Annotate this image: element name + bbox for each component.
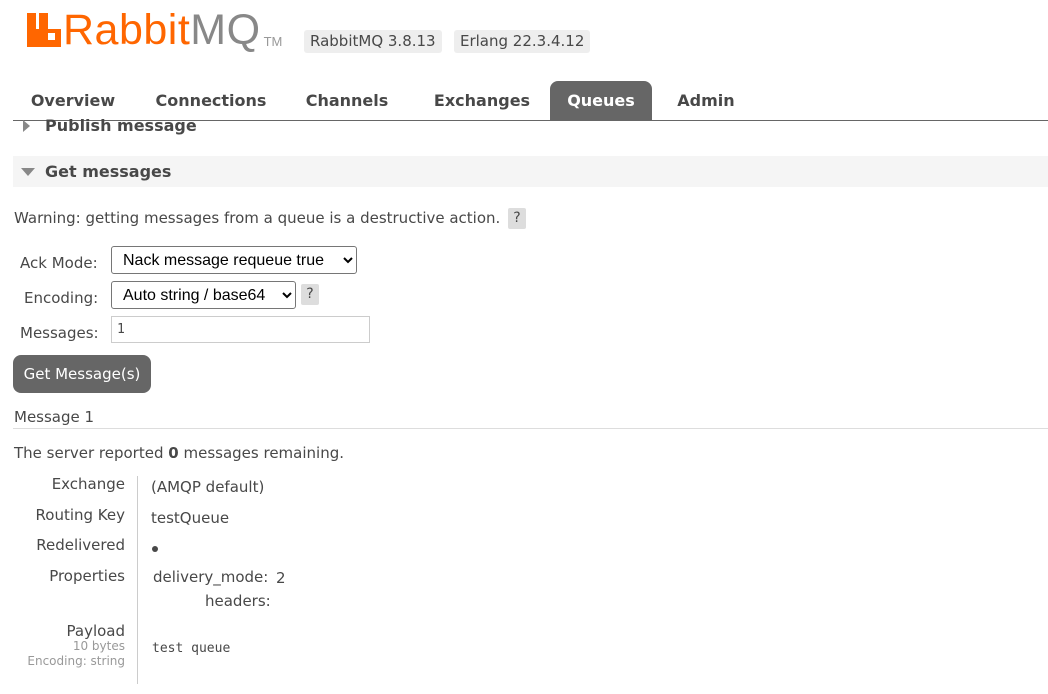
warning-help-button[interactable]: ? — [508, 208, 526, 229]
remaining-count: 0 — [168, 444, 179, 462]
get-messages-button[interactable]: Get Message(s) — [13, 355, 151, 393]
ack-mode-label: Ack Mode: — [20, 254, 98, 272]
encoding-select[interactable]: Auto string / base64 — [111, 281, 296, 309]
rabbitmq-logo[interactable]: RabbitMQ TM — [27, 6, 283, 54]
tab-connections[interactable]: Connections — [147, 81, 275, 120]
message-heading: Message 1 — [14, 408, 95, 426]
properties-label: Properties — [49, 567, 125, 585]
tab-queues[interactable]: Queues — [550, 81, 652, 120]
publish-message-title: Publish message — [45, 116, 197, 135]
publish-message-section-toggle[interactable]: Publish message — [13, 116, 1048, 136]
payload-value: test queue — [152, 641, 231, 656]
collapse-arrow-icon — [21, 168, 35, 176]
get-messages-section-toggle[interactable]: Get messages — [13, 156, 1048, 187]
rabbitmq-version-badge: RabbitMQ 3.8.13 — [304, 30, 442, 53]
messages-count-label: Messages: — [20, 324, 99, 342]
tab-overview[interactable]: Overview — [13, 81, 133, 120]
redelivered-indicator-icon — [152, 546, 158, 552]
header: RabbitMQ TM RabbitMQ 3.8.13 Erlang 22.3.… — [0, 0, 1048, 80]
logo-trademark: TM — [263, 34, 283, 49]
routing-key-label: Routing Key — [35, 506, 125, 524]
logo-wordmark: RabbitMQ — [63, 6, 261, 54]
tab-admin[interactable]: Admin — [665, 81, 747, 120]
exchange-value: (AMQP default) — [151, 478, 265, 496]
property-value-delivery-mode: 2 — [276, 569, 286, 587]
payload-label: Payload — [66, 622, 126, 640]
ack-mode-select[interactable]: Nack message requeue true — [111, 246, 357, 274]
rabbitmq-logo-icon — [27, 13, 61, 47]
erlang-version-badge: Erlang 22.3.4.12 — [454, 30, 591, 53]
tab-channels[interactable]: Channels — [294, 81, 400, 120]
payload-encoding: Encoding: string — [27, 654, 125, 668]
property-key-headers: headers: — [205, 592, 271, 610]
property-key-delivery-mode: delivery_mode: — [153, 568, 269, 586]
divider — [13, 428, 1048, 429]
tab-exchanges[interactable]: Exchanges — [421, 81, 543, 120]
exchange-label: Exchange — [51, 475, 125, 493]
main-nav-tabs: Overview Connections Channels Exchanges … — [13, 81, 1048, 121]
payload-size: 10 bytes — [72, 639, 125, 653]
expand-arrow-icon — [23, 120, 30, 132]
destructive-warning: Warning: getting messages from a queue i… — [14, 209, 501, 227]
details-divider — [137, 476, 138, 684]
routing-key-value: testQueue — [151, 509, 230, 527]
encoding-help-button[interactable]: ? — [301, 284, 319, 305]
messages-count-input[interactable] — [111, 316, 370, 343]
messages-remaining-text: The server reported 0 messages remaining… — [14, 444, 344, 462]
get-messages-title: Get messages — [45, 162, 172, 181]
encoding-label: Encoding: — [24, 289, 99, 307]
redelivered-label: Redelivered — [36, 536, 125, 554]
